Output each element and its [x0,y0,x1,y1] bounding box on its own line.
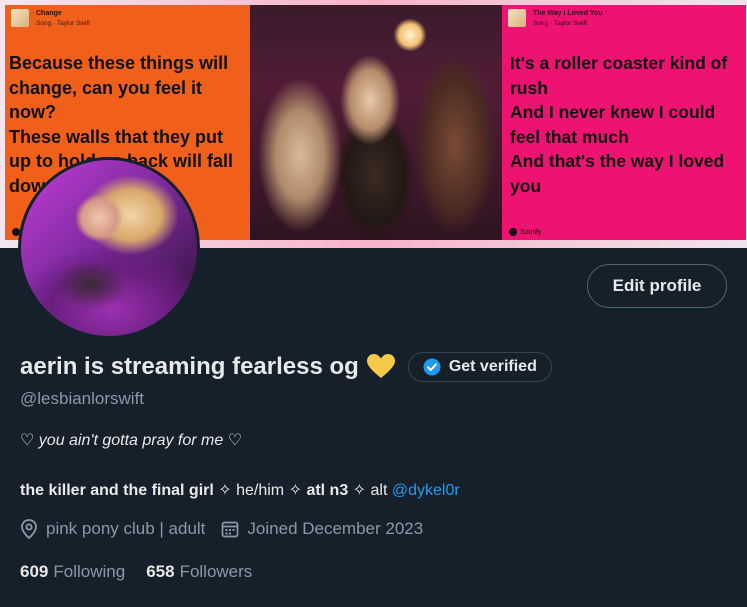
song-meta: Song · Taylor Swift [36,20,91,27]
get-verified-label: Get verified [448,358,537,375]
spotify-mark: Spotify [509,228,541,236]
lyrics-text: It's a roller coaster kind of rush And I… [510,53,728,196]
bio-bold-text: the killer and the final girl [20,482,214,499]
bio-line-1: ♡ you ain't gotta pray for me ♡ [20,432,243,449]
bio-text: ✧ alt [348,482,392,499]
display-name-row: aerin is streaming fearless og Get verif… [20,352,552,382]
banner-lyric-card-right: The Way I Loved You Song · Taylor Swift … [502,5,746,240]
bio-line-2: the killer and the final girl ✧ he/him ✧… [20,480,460,500]
yellow-heart-icon [366,354,395,380]
display-name: aerin is streaming fearless og [20,353,359,380]
following-label: Following [53,562,126,581]
album-thumbnail [11,9,29,27]
following-count: 609 [20,562,49,581]
song-title: The Way I Loved You [533,10,603,17]
location-item: pink pony club | adult [20,519,205,539]
spotify-label: Spotify [520,228,542,236]
followers-link[interactable]: 658 Followers [146,562,252,582]
avatar[interactable] [18,157,200,339]
joined-date-text: Joined December 2023 [247,519,424,538]
verified-badge-icon [423,358,441,376]
follow-stats: 609 Following 658 Followers [20,562,252,582]
followers-count: 658 [146,562,175,581]
profile-info-row: pink pony club | adult Joined December 2… [20,519,423,539]
location-text: pink pony club | adult [46,519,206,538]
location-pin-icon [21,519,37,539]
edit-profile-button[interactable]: Edit profile [587,264,727,308]
followers-label: Followers [179,562,253,581]
song-meta: Song · Taylor Swift [533,20,588,27]
calendar-icon [222,521,239,538]
song-title: Change [36,10,62,17]
bio-bold-text: atl n3 [306,482,349,499]
get-verified-button[interactable]: Get verified [407,352,552,382]
banner-concert-photo [250,5,502,240]
bio-text: ✧ he/him ✧ [213,482,307,499]
joined-date-item: Joined December 2023 [221,519,423,539]
username-handle: @lesbianlorswift [20,389,145,408]
bio-mention-link[interactable]: @dykel0r [392,482,460,499]
album-thumbnail [508,9,526,27]
following-link[interactable]: 609 Following [20,562,125,582]
spotify-icon [509,228,517,236]
